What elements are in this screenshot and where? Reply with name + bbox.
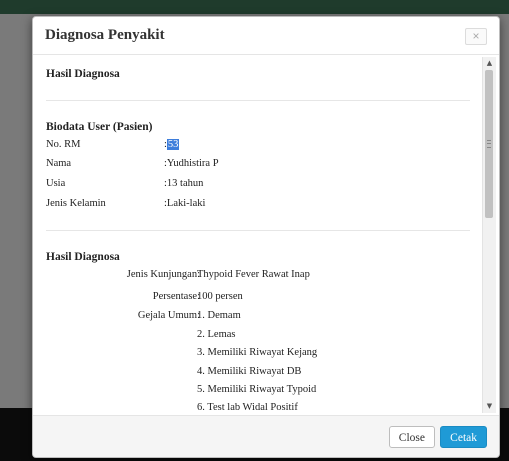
modal-body[interactable]: Hasil Diagnosa Biodata User (Pasien) No.… (33, 55, 499, 415)
modal-title: Diagnosa Penyakit (45, 27, 165, 43)
biodata-title: Biodata User (Pasien) (46, 121, 153, 133)
scroll-up-icon[interactable]: ▲ (483, 57, 496, 70)
value-persentase: 100 persen (197, 291, 243, 302)
value-usia: :13 tahun (164, 178, 204, 189)
label-no-rm: No. RM (46, 139, 81, 150)
label-usia: Usia (46, 178, 66, 189)
label-nama: Nama (46, 158, 72, 169)
label-jenis-kunjungan: Jenis Kunjungan: (126, 269, 200, 280)
divider (46, 100, 470, 101)
close-icon[interactable]: × (465, 28, 487, 45)
modal-footer: Close Cetak (33, 415, 499, 457)
background-top-bar (0, 0, 509, 14)
gejala-item: 6. Test lab Widal Positif (197, 402, 298, 413)
gejala-item: 2. Lemas (197, 329, 236, 340)
label-gejala-umum: Gejala Umum: (137, 310, 200, 321)
gejala-item: 5. Memiliki Riwayat Typoid (197, 384, 317, 395)
label-persentase: Persentase: (152, 291, 200, 302)
gejala-item: 4. Memiliki Riwayat DB (197, 366, 302, 377)
modal-scrollbar[interactable]: ▲ ▼ (482, 57, 496, 413)
modal-header: Diagnosa Penyakit × (33, 17, 499, 55)
close-button[interactable]: Close (388, 426, 435, 448)
scrollbar-thumb[interactable] (485, 70, 493, 218)
gejala-item: 3. Memiliki Riwayat Kejang (197, 347, 318, 358)
gejala-item: 1. Demam (197, 310, 241, 321)
divider (46, 230, 470, 231)
hasil-diagnosa-title: Hasil Diagnosa (46, 251, 120, 263)
grip-icon (487, 140, 491, 148)
label-jenis-kelamin: Jenis Kelamin (46, 198, 106, 209)
value-jenis-kunjungan: Thypoid Fever Rawat Inap (197, 269, 310, 280)
value-no-rm: :53 (164, 139, 180, 150)
print-button[interactable]: Cetak (440, 426, 487, 448)
section-title-hasil: Hasil Diagnosa (46, 68, 120, 80)
value-nama: :Yudhistira P (164, 158, 219, 169)
value-jenis-kelamin: :Laki-laki (164, 198, 206, 209)
diagnosa-modal: Diagnosa Penyakit × Hasil Diagnosa Bioda… (32, 16, 500, 458)
scroll-down-icon[interactable]: ▼ (483, 400, 496, 413)
